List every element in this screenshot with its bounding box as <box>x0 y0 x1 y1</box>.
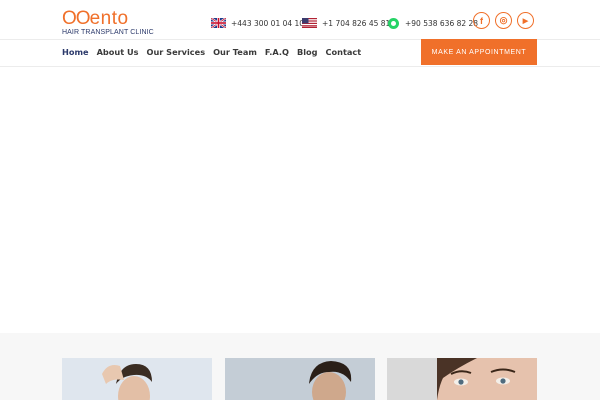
nav-item-contact[interactable]: Contact <box>326 46 362 58</box>
man-touching-hair-photo <box>62 358 212 400</box>
phone-number: +1 704 826 45 81 <box>322 18 391 28</box>
nav-item-about-us[interactable]: About Us <box>97 46 139 58</box>
phone-number: +443 300 01 04 10 <box>231 18 305 28</box>
phone-number: +90 538 636 82 28 <box>405 18 479 28</box>
contact-phone-uk[interactable]: +443 300 01 04 10 <box>211 17 304 29</box>
nav-item-home[interactable]: Home <box>62 46 89 58</box>
youtube-icon[interactable]: ▶ <box>517 12 534 29</box>
nav-divider <box>0 66 600 67</box>
logo-wordmark: OOento <box>62 8 129 29</box>
service-card-hair[interactable] <box>62 358 212 400</box>
nav-item-our-services[interactable]: Our Services <box>147 46 206 58</box>
facebook-icon[interactable]: f <box>473 12 490 29</box>
service-card-profile[interactable] <box>225 358 375 400</box>
nav-item-faq[interactable]: F.A.Q <box>265 46 289 58</box>
us-flag-icon <box>302 18 317 28</box>
woman-eyes-eyebrows-photo <box>387 358 537 400</box>
whatsapp-icon <box>388 17 399 29</box>
service-card-eyebrows[interactable] <box>387 358 537 400</box>
contact-phone-us[interactable]: +1 704 826 45 81 <box>302 17 390 29</box>
contact-phone-whatsapp[interactable]: +90 538 636 82 28 <box>388 17 478 29</box>
nav-item-blog[interactable]: Blog <box>297 46 318 58</box>
make-appointment-button[interactable]: MAKE AN APPOINTMENT <box>421 39 537 65</box>
uk-flag-icon <box>211 18 226 28</box>
nav-item-our-team[interactable]: Our Team <box>213 46 257 58</box>
man-side-profile-photo <box>225 358 375 400</box>
main-nav: Home About Us Our Services Our Team F.A.… <box>62 46 369 58</box>
logo-tagline: HAIR TRANSPLANT CLINIC <box>62 29 154 36</box>
instagram-icon[interactable]: ◎ <box>495 12 512 29</box>
clinic-logo[interactable]: OOento HAIR TRANSPLANT CLINIC <box>62 8 154 37</box>
